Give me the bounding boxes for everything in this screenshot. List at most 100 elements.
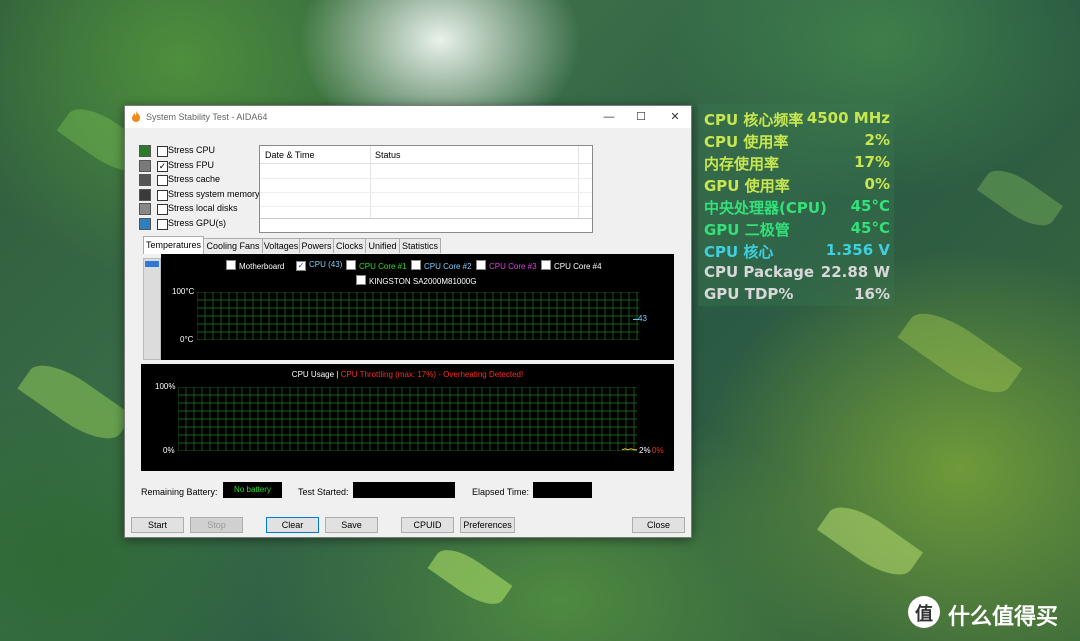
title-bar[interactable]: System Stability Test - AIDA64 — ☐ ✕ [125, 106, 691, 128]
stress-checkbox[interactable] [157, 175, 168, 186]
legend-checkbox[interactable] [226, 260, 236, 270]
tab-cooling-fans[interactable]: Cooling Fans [203, 238, 263, 253]
legend-item[interactable]: KINGSTON SA2000M81000G [356, 275, 476, 286]
tab-temperatures[interactable]: Temperatures [143, 236, 204, 254]
tab-clocks[interactable]: Clocks [333, 238, 366, 253]
osd-value: 4500 MHz [806, 109, 890, 127]
throttling-value: 0% [652, 446, 664, 455]
stress-checkbox[interactable] [157, 146, 168, 157]
stress-option[interactable]: ✓ Stress FPU [139, 159, 263, 173]
osd-row: 内存使用率 17% [704, 153, 890, 175]
legend-checkbox[interactable] [541, 260, 551, 270]
osd-row: GPU 二极管 45°C [704, 219, 890, 241]
close-window-button[interactable]: ✕ [661, 109, 689, 125]
minimize-button[interactable]: — [595, 109, 623, 125]
stress-option[interactable]: Stress system memory [139, 188, 263, 202]
legend-label: CPU Core #2 [424, 262, 472, 271]
stress-option[interactable]: Stress GPU(s) [139, 217, 263, 231]
legend-checkbox[interactable] [476, 260, 486, 270]
osd-value: 1.356 V [825, 241, 890, 259]
osd-value: 16% [854, 285, 890, 303]
cpu-usage-title: CPU Usage [291, 370, 335, 379]
osd-label: CPU 核心 [704, 243, 774, 261]
close-button[interactable]: Close [632, 517, 685, 533]
legend-label: CPU (43) [309, 260, 343, 269]
cache-icon [139, 174, 151, 186]
scrollbar-thumb[interactable] [145, 261, 159, 267]
background-leaf [17, 352, 133, 452]
usage-axis-max: 100% [155, 382, 176, 391]
header-separator: | [336, 370, 339, 379]
stress-checkbox[interactable] [157, 204, 168, 215]
cpu-usage-value: 2% [639, 446, 651, 455]
stress-option-label: Stress local disks [168, 203, 238, 213]
test-started-label: Test Started: [298, 487, 349, 497]
legend-item[interactable]: ✓ CPU (43) [296, 260, 342, 271]
legend-checkbox[interactable] [356, 275, 366, 285]
tab-statistics[interactable]: Statistics [399, 238, 441, 253]
stress-option[interactable]: Stress CPU [139, 144, 263, 158]
clear-button[interactable]: Clear [266, 517, 319, 533]
brand-name: 什么值得买 [948, 605, 1059, 630]
window-title: System Stability Test - AIDA64 [146, 112, 268, 122]
legend-label: Motherboard [239, 262, 285, 271]
sensor-osd-panel: CPU 核心频率 4500 MHz CPU 使用率 2% 内存使用率 17% GPU 使用率… [698, 104, 894, 306]
column-header-status[interactable]: Status [375, 150, 401, 160]
remaining-battery-label: Remaining Battery: [141, 487, 218, 497]
column-header-date-time[interactable]: Date & Time [265, 150, 315, 160]
temp-current-value: 43 [638, 314, 647, 323]
legend-item[interactable]: CPU Core #3 [476, 260, 537, 271]
cpu-usage-graph: CPU Usage | CPU Throttling (max: 17%) - … [141, 364, 674, 471]
stop-button[interactable]: Stop [190, 517, 243, 533]
aida64-flame-icon [132, 111, 140, 122]
fpu-icon [139, 159, 151, 172]
legend-checkbox[interactable]: ✓ [296, 261, 306, 271]
legend-item[interactable]: CPU Core #1 [346, 260, 407, 271]
tab-powers[interactable]: Powers [299, 238, 334, 253]
horizontal-scrollbar[interactable] [260, 218, 592, 219]
stress-option[interactable]: Stress cache [139, 173, 263, 187]
row-divider [260, 192, 592, 193]
brand-logo: 值 [908, 596, 940, 628]
cpuid-button[interactable]: CPUID [401, 517, 454, 533]
graph-scrollbar[interactable] [143, 258, 161, 360]
stress-checkbox[interactable] [157, 189, 168, 201]
osd-label: GPU TDP% [704, 285, 794, 303]
legend-label: CPU Core #3 [489, 262, 537, 271]
memory-icon [139, 188, 151, 201]
osd-value: 2% [864, 131, 890, 149]
throttling-warning: CPU Throttling (max: 17%) - Overheating … [340, 370, 524, 379]
osd-value: 45°C [850, 197, 890, 215]
save-button[interactable]: Save [325, 517, 378, 533]
column-divider [578, 146, 579, 218]
legend-item[interactable]: CPU Core #2 [411, 260, 472, 271]
osd-label: GPU 二极管 [704, 221, 790, 239]
stress-checkbox[interactable] [157, 218, 168, 230]
maximize-button[interactable]: ☐ [627, 109, 655, 125]
battery-status: No battery [223, 482, 282, 498]
osd-value: 22.88 W [820, 263, 890, 281]
tab-voltages[interactable]: Voltages [262, 238, 300, 253]
start-button[interactable]: Start [131, 517, 184, 533]
brand-logo-glyph: 值 [915, 604, 933, 625]
osd-row: CPU 核心频率 4500 MHz [704, 109, 890, 131]
cpu-usage-header: CPU Usage | CPU Throttling (max: 17%) - … [141, 370, 674, 379]
stress-option[interactable]: Stress local disks [139, 202, 263, 216]
osd-label: 内存使用率 [704, 155, 780, 173]
stress-option-label: Stress FPU [168, 159, 215, 170]
preferences-button[interactable]: Preferences [460, 517, 515, 533]
tab-unified[interactable]: Unified [365, 238, 400, 253]
legend-label: CPU Core #1 [359, 262, 407, 271]
column-divider [370, 146, 371, 218]
log-table[interactable]: Date & Time Status [259, 145, 593, 233]
legend-checkbox[interactable] [346, 260, 356, 270]
legend-item[interactable]: CPU Core #4 [541, 260, 602, 271]
stress-checkbox[interactable]: ✓ [157, 160, 168, 172]
legend-item[interactable]: Motherboard [226, 260, 284, 271]
osd-label: GPU 使用率 [704, 177, 790, 195]
legend-checkbox[interactable] [411, 260, 421, 270]
temperature-graph: Motherboard ✓ CPU (43) CPU Core #1 CPU Core … [161, 254, 674, 360]
osd-value: 0% [864, 175, 890, 193]
row-divider [260, 178, 592, 179]
background-leaf [427, 540, 513, 614]
